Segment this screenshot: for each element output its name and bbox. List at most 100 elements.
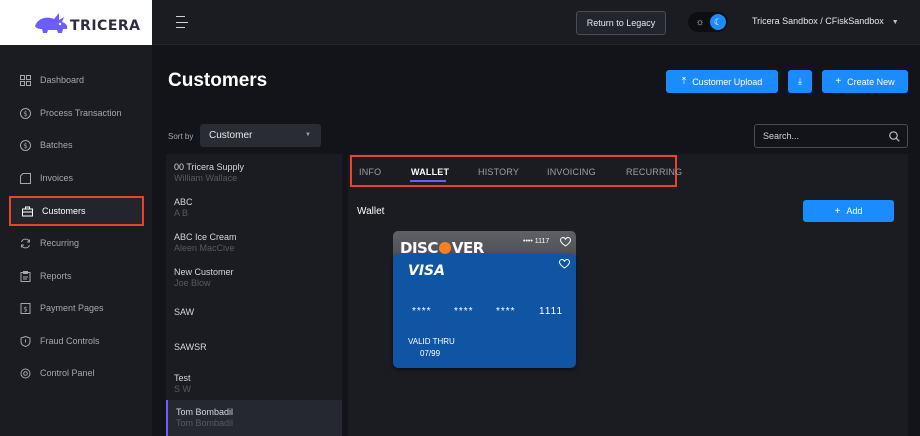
customer-contact: Aleen MacCive bbox=[174, 243, 235, 253]
create-new-button[interactable]: + Create New bbox=[822, 70, 908, 93]
chevron-down-icon: ▼ bbox=[305, 132, 311, 138]
sidebar-item-label: Batches bbox=[40, 140, 73, 150]
sidebar-item-invoices[interactable]: Invoices bbox=[9, 163, 144, 193]
card-expiry: 07/99 bbox=[420, 349, 441, 358]
download-button[interactable]: ⤓ bbox=[788, 70, 812, 93]
search-icon[interactable] bbox=[889, 131, 900, 142]
sidebar-item-process-transaction[interactable]: $ Process Transaction bbox=[9, 98, 144, 128]
customer-upload-label: Customer Upload bbox=[692, 76, 763, 87]
card-digits-group: **** bbox=[496, 306, 516, 317]
return-to-legacy-button[interactable]: Return to Legacy bbox=[576, 11, 666, 35]
clipboard-icon bbox=[20, 270, 31, 282]
sidebar-item-label: Process Transaction bbox=[40, 108, 122, 118]
sort-label: Sort by bbox=[168, 132, 194, 141]
dollar-circle-icon: $ bbox=[20, 107, 31, 119]
tab-recurring[interactable]: RECURRING bbox=[626, 167, 682, 177]
dollar-page-icon: $ bbox=[20, 302, 31, 314]
customer-name: SAW bbox=[174, 307, 195, 317]
customer-name: 00 Tricera Supply bbox=[174, 162, 245, 172]
add-card-button[interactable]: + Add bbox=[803, 200, 894, 222]
brand-logo[interactable]: TRICERA bbox=[0, 0, 152, 45]
customer-list-item[interactable]: SAWSR bbox=[166, 342, 342, 376]
sidebar-item-control-panel[interactable]: Control Panel bbox=[9, 358, 144, 388]
svg-text:$: $ bbox=[23, 305, 27, 313]
customer-name: New Customer bbox=[174, 267, 234, 277]
customer-tabs: INFO WALLET HISTORY INVOICING RECURRING bbox=[350, 155, 682, 187]
sidebar-item-customers[interactable]: Customers bbox=[9, 196, 144, 226]
add-card-label: Add bbox=[846, 206, 863, 216]
customer-upload-button[interactable]: ⤒ Customer Upload bbox=[666, 70, 778, 93]
account-menu[interactable]: Tricera Sandbox / CFiskSandbox ▼ bbox=[752, 16, 899, 26]
customer-list-item-selected[interactable]: Tom Bombadil Tom Bombadil bbox=[166, 400, 342, 436]
customer-list-item[interactable]: New Customer Joe Blow bbox=[166, 267, 342, 301]
sidebar: Dashboard $ Process Transaction $ Batche… bbox=[0, 45, 152, 436]
sidebar-item-fraud-controls[interactable]: Fraud Controls bbox=[9, 326, 144, 356]
sidebar-item-label: Recurring bbox=[40, 238, 80, 248]
customer-list-item[interactable]: SAW bbox=[166, 307, 342, 341]
sidebar-item-label: Fraud Controls bbox=[40, 336, 100, 346]
card-digits-group: **** bbox=[412, 306, 432, 317]
sidebar-item-label: Reports bbox=[40, 271, 72, 281]
card-last4: 1111 bbox=[539, 306, 564, 317]
tab-info[interactable]: INFO bbox=[359, 167, 381, 177]
download-icon: ⤓ bbox=[798, 76, 802, 86]
create-new-label: Create New bbox=[847, 76, 895, 87]
plus-icon: + bbox=[834, 205, 841, 217]
tab-history[interactable]: HISTORY bbox=[478, 167, 519, 177]
page-title: Customers bbox=[168, 70, 268, 91]
active-tab-indicator bbox=[410, 180, 446, 182]
customer-name: Tom Bombadil bbox=[176, 407, 234, 417]
customer-list: 00 Tricera Supply William Wallace ABC A … bbox=[166, 154, 342, 436]
discover-dot-icon bbox=[438, 242, 451, 254]
top-bar: Return to Legacy ☼ ☾ Tricera Sandbox / C… bbox=[152, 0, 920, 45]
sidebar-item-payment-pages[interactable]: $ Payment Pages bbox=[9, 293, 144, 323]
upload-icon: ⤒ bbox=[681, 76, 687, 87]
customer-contact: William Wallace bbox=[174, 173, 238, 183]
brand-name: TRICERA bbox=[70, 17, 141, 34]
visa-logo: VISA bbox=[408, 263, 445, 279]
valid-thru-label: VALID THRU bbox=[408, 337, 455, 346]
customer-contact: A B bbox=[174, 208, 189, 218]
moon-icon[interactable]: ☾ bbox=[710, 14, 726, 30]
account-label: Tricera Sandbox / CFiskSandbox bbox=[752, 16, 884, 26]
sidebar-item-label: Customers bbox=[42, 206, 86, 216]
grid-icon bbox=[20, 74, 31, 86]
sidebar-item-batches[interactable]: $ Batches bbox=[9, 130, 144, 160]
customer-list-item[interactable]: 00 Tricera Supply William Wallace bbox=[166, 162, 342, 196]
triceratops-logo-icon bbox=[35, 12, 68, 33]
customer-name: ABC Ice Cream bbox=[174, 232, 237, 242]
sidebar-item-recurring[interactable]: Recurring bbox=[9, 228, 144, 258]
search-input[interactable] bbox=[755, 125, 880, 147]
svg-text:$: $ bbox=[23, 142, 27, 150]
customer-contact: Joe Blow bbox=[174, 278, 211, 288]
sun-icon[interactable]: ☼ bbox=[693, 15, 707, 29]
briefcase-icon bbox=[22, 206, 33, 217]
search-box[interactable] bbox=[754, 124, 908, 148]
heart-icon[interactable] bbox=[559, 259, 570, 269]
tab-invoicing[interactable]: INVOICING bbox=[547, 167, 596, 177]
sidebar-item-label: Payment Pages bbox=[40, 303, 104, 313]
customer-name: SAWSR bbox=[174, 342, 207, 352]
sort-value: Customer bbox=[209, 130, 253, 141]
customer-list-item[interactable]: ABC Ice Cream Aleen MacCive bbox=[166, 232, 342, 266]
chevron-down-icon: ▼ bbox=[891, 19, 899, 26]
shield-icon bbox=[20, 335, 31, 347]
sidebar-item-dashboard[interactable]: Dashboard bbox=[9, 65, 144, 95]
theme-toggle[interactable]: ☼ ☾ bbox=[688, 12, 728, 32]
sidebar-item-label: Control Panel bbox=[40, 368, 95, 378]
customer-list-item[interactable]: ABC A B bbox=[166, 197, 342, 231]
wallet-card-visa[interactable]: VISA **** **** **** 1111 VALID THRU 07/9… bbox=[393, 254, 576, 368]
sort-select[interactable]: Customer ▼ bbox=[200, 124, 321, 147]
heart-icon[interactable] bbox=[560, 237, 571, 247]
wallet-title: Wallet bbox=[357, 206, 385, 217]
card-digits-group: **** bbox=[454, 306, 474, 317]
tab-wallet[interactable]: WALLET bbox=[411, 167, 449, 177]
sidebar-item-reports[interactable]: Reports bbox=[9, 261, 144, 291]
customer-name: ABC bbox=[174, 197, 193, 207]
card-last4: •••• 1117 bbox=[523, 238, 550, 245]
menu-toggle-icon[interactable] bbox=[176, 16, 188, 28]
customer-contact: S W bbox=[174, 384, 191, 394]
svg-text:$: $ bbox=[23, 110, 27, 118]
customer-name: Test bbox=[174, 373, 191, 383]
document-icon bbox=[20, 172, 31, 184]
